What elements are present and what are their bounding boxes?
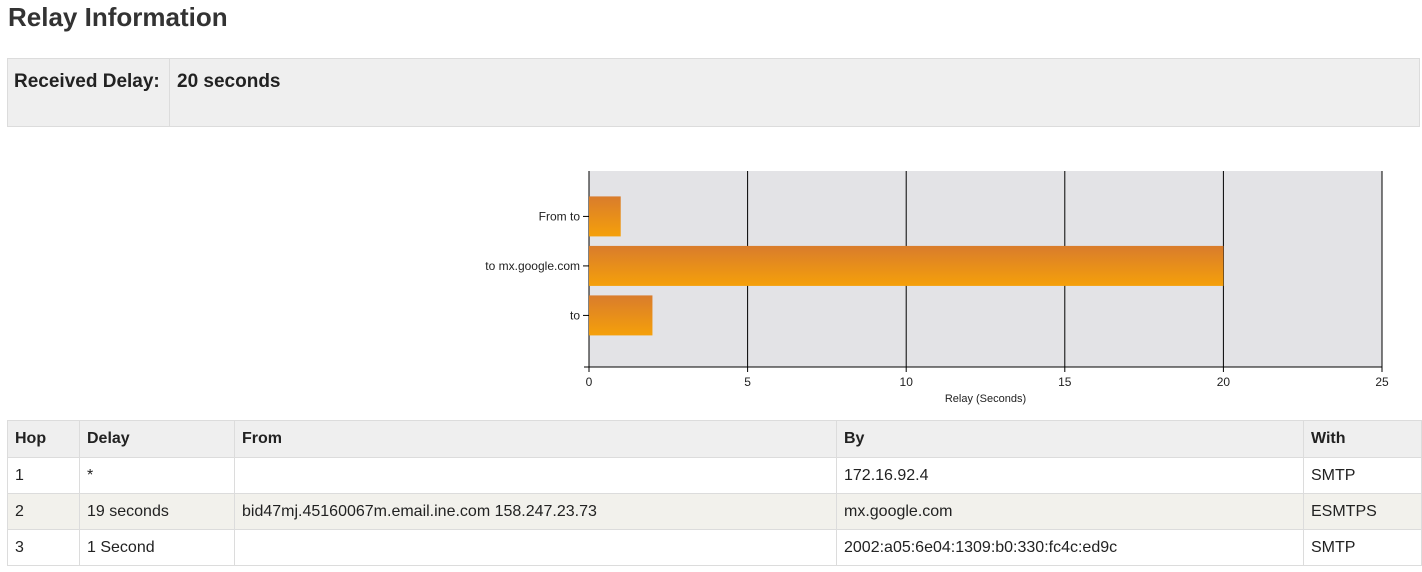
cell-delay: * <box>79 457 235 494</box>
x-axis-label: Relay (Seconds) <box>945 393 1026 405</box>
header-delay: Delay <box>79 420 235 458</box>
page-title: Relay Information <box>8 2 228 32</box>
header-with: With <box>1303 420 1422 458</box>
y-tick-label: to mx.google.com <box>485 259 580 273</box>
header-from: From <box>234 420 837 458</box>
header-by: By <box>836 420 1304 458</box>
bar <box>589 196 621 237</box>
table-row: 3 1 Second 2002:a05:6e04:1309:b0:330:fc4… <box>7 529 1422 566</box>
relay-chart: 0 5 10 15 20 25 From to to mx.google.com to Relay… <box>485 171 1389 405</box>
bar <box>589 295 653 336</box>
cell-from: bid47mj.45160067m.email.ine.com 158.247.… <box>234 493 837 530</box>
x-tick-label: 0 <box>586 375 593 389</box>
cell-by: mx.google.com <box>836 493 1304 530</box>
table-header-row: Hop Delay From By With <box>7 420 1422 458</box>
x-tick-label: 20 <box>1217 375 1231 389</box>
x-tick-label: 10 <box>900 375 914 389</box>
cell-with: SMTP <box>1303 457 1422 494</box>
cell-with: ESMTPS <box>1303 493 1422 530</box>
header-hop: Hop <box>7 420 80 458</box>
cell-by: 2002:a05:6e04:1309:b0:330:fc4c:ed9c <box>836 529 1304 566</box>
bar <box>589 245 1224 286</box>
x-tick-label: 15 <box>1058 375 1072 389</box>
received-delay-label: Received Delay: <box>8 59 170 126</box>
y-tick-label: From to <box>539 209 581 223</box>
cell-delay: 19 seconds <box>79 493 235 530</box>
table-row: 2 19 seconds bid47mj.45160067m.email.ine… <box>7 493 1422 530</box>
y-tick-label: to <box>570 308 580 322</box>
received-delay-summary: Received Delay: 20 seconds <box>7 58 1420 127</box>
x-tick-label: 5 <box>744 375 751 389</box>
cell-delay: 1 Second <box>79 529 235 566</box>
cell-from <box>234 457 837 494</box>
cell-hop: 1 <box>7 457 80 494</box>
cell-from <box>234 529 837 566</box>
cell-hop: 2 <box>7 493 80 530</box>
x-tick-label: 25 <box>1375 375 1389 389</box>
hops-table: Hop Delay From By With 1 * 172.16.92.4 S… <box>7 420 1422 566</box>
cell-with: SMTP <box>1303 529 1422 566</box>
table-row: 1 * 172.16.92.4 SMTP <box>7 457 1422 494</box>
cell-by: 172.16.92.4 <box>836 457 1304 494</box>
received-delay-value: 20 seconds <box>177 71 281 92</box>
cell-hop: 3 <box>7 529 80 566</box>
